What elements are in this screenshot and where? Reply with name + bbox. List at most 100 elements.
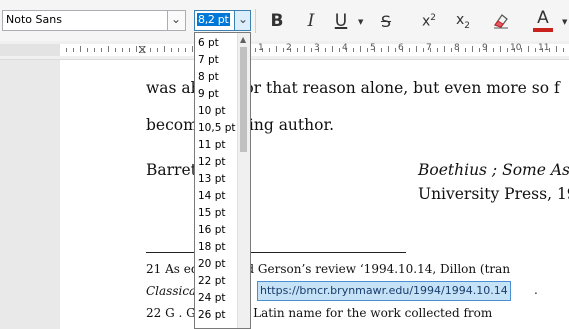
ruler-tick — [332, 46, 333, 52]
font-size-option[interactable]: 16 pt — [196, 222, 225, 239]
ruler-tick — [465, 48, 466, 52]
subscript-button[interactable]: x2 — [450, 8, 476, 34]
font-size-option[interactable]: 26 pt — [196, 307, 225, 324]
ruler-tick — [129, 48, 130, 52]
font-size-option[interactable]: 13 pt — [196, 171, 225, 188]
ruler-tick — [178, 48, 179, 52]
ruler-tick — [73, 48, 74, 52]
font-size-option[interactable]: 8 pt — [196, 69, 219, 86]
toolbar-separator — [255, 9, 256, 33]
font-size-option[interactable]: 24 pt — [196, 290, 225, 307]
ruler-number: 6 — [398, 43, 404, 53]
ruler-tick — [192, 46, 193, 52]
ruler-tick — [360, 46, 361, 52]
bibliography-title: Boethius ; Some Aspe — [418, 161, 569, 179]
underline-options-arrow[interactable]: ▼ — [358, 18, 363, 26]
ruler-tick — [136, 46, 137, 52]
ruler-tick — [255, 48, 256, 52]
ruler-tick — [388, 46, 389, 52]
font-size-combobox[interactable]: 8,2 pt ⌄ — [194, 10, 251, 31]
font-size-option[interactable]: 11 pt — [196, 137, 225, 154]
ruler-tick — [472, 46, 473, 52]
ruler-tick — [437, 48, 438, 52]
ruler-tick — [451, 48, 452, 52]
bibliography-publisher: University Press, 194 — [418, 185, 569, 203]
scroll-up-icon[interactable]: ▲ — [240, 35, 246, 44]
font-size-option[interactable]: 10 pt — [196, 103, 225, 120]
font-size-option[interactable]: 22 pt — [196, 273, 225, 290]
dropdown-scrollbar[interactable]: ▲ — [237, 33, 250, 328]
ruler-tick — [367, 48, 368, 52]
font-size-value[interactable]: 8,2 pt — [197, 13, 230, 26]
ruler-tick — [507, 48, 508, 52]
ruler-number: 10 — [510, 43, 522, 53]
font-name-dropdown-button[interactable]: ⌄ — [167, 11, 185, 30]
ruler-number: 8 — [454, 43, 460, 53]
font-size-option[interactable]: 12 pt — [196, 154, 225, 171]
scrollbar-thumb[interactable] — [240, 47, 247, 152]
font-color-swatch — [533, 28, 553, 32]
ruler-tick — [395, 48, 396, 52]
underline-button[interactable]: U — [330, 8, 352, 34]
ruler-tick — [66, 48, 67, 52]
ruler-number: 5 — [370, 43, 376, 53]
font-size-option[interactable]: 14 pt — [196, 188, 225, 205]
ruler-tick — [353, 48, 354, 52]
underline-icon: U — [334, 11, 348, 31]
strikethrough-button[interactable]: S — [375, 8, 397, 34]
bold-button[interactable]: B — [265, 8, 289, 34]
ruler-number: 7 — [426, 43, 432, 53]
bold-icon: B — [270, 11, 284, 31]
font-size-dropdown-button[interactable]: ⌄ — [234, 11, 250, 30]
ruler-number: 4 — [342, 43, 348, 53]
ruler-tick — [143, 48, 144, 52]
font-size-option[interactable]: 6 pt — [196, 35, 219, 52]
ruler-tick — [185, 48, 186, 52]
ruler-tick — [101, 48, 102, 52]
font-size-option[interactable]: 15 pt — [196, 205, 225, 222]
ruler-tick — [115, 48, 116, 52]
italic-icon: I — [307, 11, 315, 31]
ruler-tick — [311, 48, 312, 52]
ruler-tick — [283, 48, 284, 52]
font-size-option[interactable]: 20 pt — [196, 256, 225, 273]
ruler-tick — [528, 46, 529, 52]
ruler-tick — [87, 48, 88, 52]
ruler-tick — [325, 48, 326, 52]
ruler-tick — [563, 48, 564, 52]
clear-formatting-button[interactable] — [488, 8, 514, 34]
font-name-value[interactable]: Noto Sans — [6, 13, 62, 26]
horizontal-ruler[interactable]: ⧖ 1234567891011 — [0, 41, 569, 60]
subscript-icon: x2 — [455, 11, 471, 31]
chevron-down-icon: ⌄ — [238, 12, 249, 26]
formatting-toolbar: Noto Sans ⌄ 8,2 pt ⌄ B I U ▼ S x2 x2 A ▼ — [0, 0, 569, 41]
ruler-tick — [297, 48, 298, 52]
ruler-tick — [556, 46, 557, 52]
chevron-down-icon: ⌄ — [171, 12, 182, 26]
font-color-options-arrow[interactable]: ▼ — [562, 18, 567, 26]
ruler-tick — [157, 48, 158, 52]
ruler-tick — [409, 48, 410, 52]
ruler-tick — [500, 46, 501, 52]
ruler-tick — [94, 48, 95, 52]
font-color-button[interactable]: A — [530, 8, 556, 34]
selected-hyperlink[interactable]: https://bmcr.brynmawr.edu/1994/1994.10.1… — [257, 281, 511, 301]
italic-button[interactable]: I — [300, 8, 322, 34]
ruler-tick — [276, 46, 277, 52]
font-size-option[interactable]: 9 pt — [196, 86, 219, 103]
superscript-button[interactable]: x2 — [416, 8, 442, 34]
font-size-option[interactable]: 10,5 pt — [196, 120, 236, 137]
font-size-option[interactable]: 7 pt — [196, 52, 219, 69]
footnote-separator — [146, 252, 406, 253]
ruler-tick — [108, 46, 109, 52]
font-size-dropdown-list[interactable]: 6 pt 7 pt 8 pt 9 pt 10 pt 10,5 pt 11 pt 12 pt 13… — [194, 32, 251, 329]
ruler-tick — [171, 48, 172, 52]
ruler-tick — [164, 46, 165, 52]
ruler-tick — [80, 46, 81, 52]
ruler-tick — [304, 46, 305, 52]
ruler-tick — [423, 48, 424, 52]
ruler-number: 2 — [286, 43, 292, 53]
ruler-tick — [339, 48, 340, 52]
font-name-combobox[interactable]: Noto Sans ⌄ — [2, 10, 186, 31]
font-size-option[interactable]: 18 pt — [196, 239, 225, 256]
